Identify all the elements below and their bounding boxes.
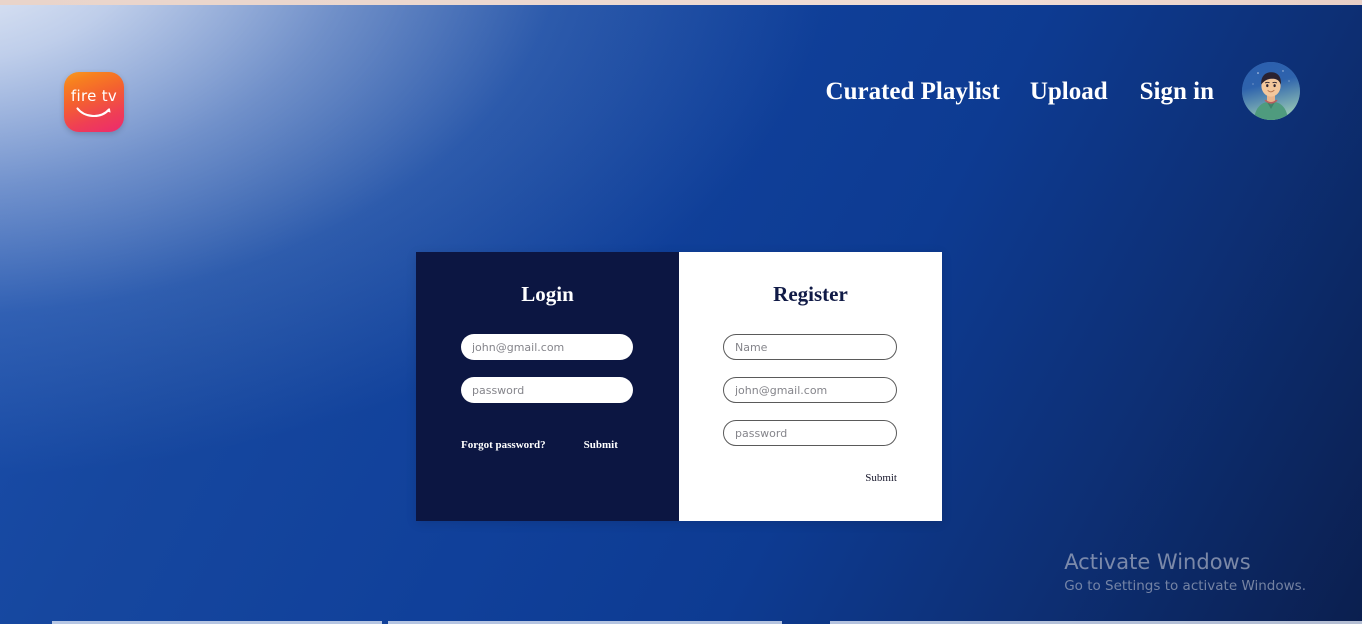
register-actions: Submit [723, 468, 897, 486]
nav-curated-playlist[interactable]: Curated Playlist [826, 79, 1000, 104]
fire-tv-logo-wordmark: fire tv [70, 87, 118, 105]
nav-upload[interactable]: Upload [1030, 79, 1108, 104]
register-email-input[interactable] [723, 377, 897, 403]
register-name-input[interactable] [723, 334, 897, 360]
register-title: Register [773, 282, 848, 306]
top-edge-strip [0, 0, 1362, 5]
login-password-input[interactable] [461, 377, 633, 403]
auth-card: Login Forgot password? Submit Register S… [416, 252, 942, 521]
register-panel: Register Submit [679, 252, 942, 521]
user-avatar-illustration [1242, 62, 1300, 120]
main-navigation: Curated Playlist Upload Sign in [826, 62, 1300, 120]
windows-activation-watermark: Activate Windows Go to Settings to activ… [1064, 549, 1306, 596]
register-submit-button[interactable]: Submit [865, 472, 897, 484]
register-password-input[interactable] [723, 420, 897, 446]
login-panel: Login Forgot password? Submit [416, 252, 679, 521]
user-avatar[interactable] [1242, 62, 1300, 120]
login-submit-button[interactable]: Submit [584, 440, 618, 451]
fire-tv-smile-icon [76, 107, 111, 117]
watermark-subtitle: Go to Settings to activate Windows. [1064, 578, 1306, 595]
login-email-input[interactable] [461, 334, 633, 360]
nav-sign-in[interactable]: Sign in [1140, 79, 1214, 104]
forgot-password-link[interactable]: Forgot password? [461, 440, 546, 451]
page-root: fire tv Curated Playlist Upload Sign in [0, 0, 1362, 624]
login-actions: Forgot password? Submit [461, 440, 636, 451]
site-header: fire tv Curated Playlist Upload Sign in [0, 0, 1362, 180]
login-title: Login [521, 282, 574, 306]
fire-tv-logo[interactable]: fire tv [64, 72, 124, 132]
watermark-title: Activate Windows [1064, 549, 1251, 574]
